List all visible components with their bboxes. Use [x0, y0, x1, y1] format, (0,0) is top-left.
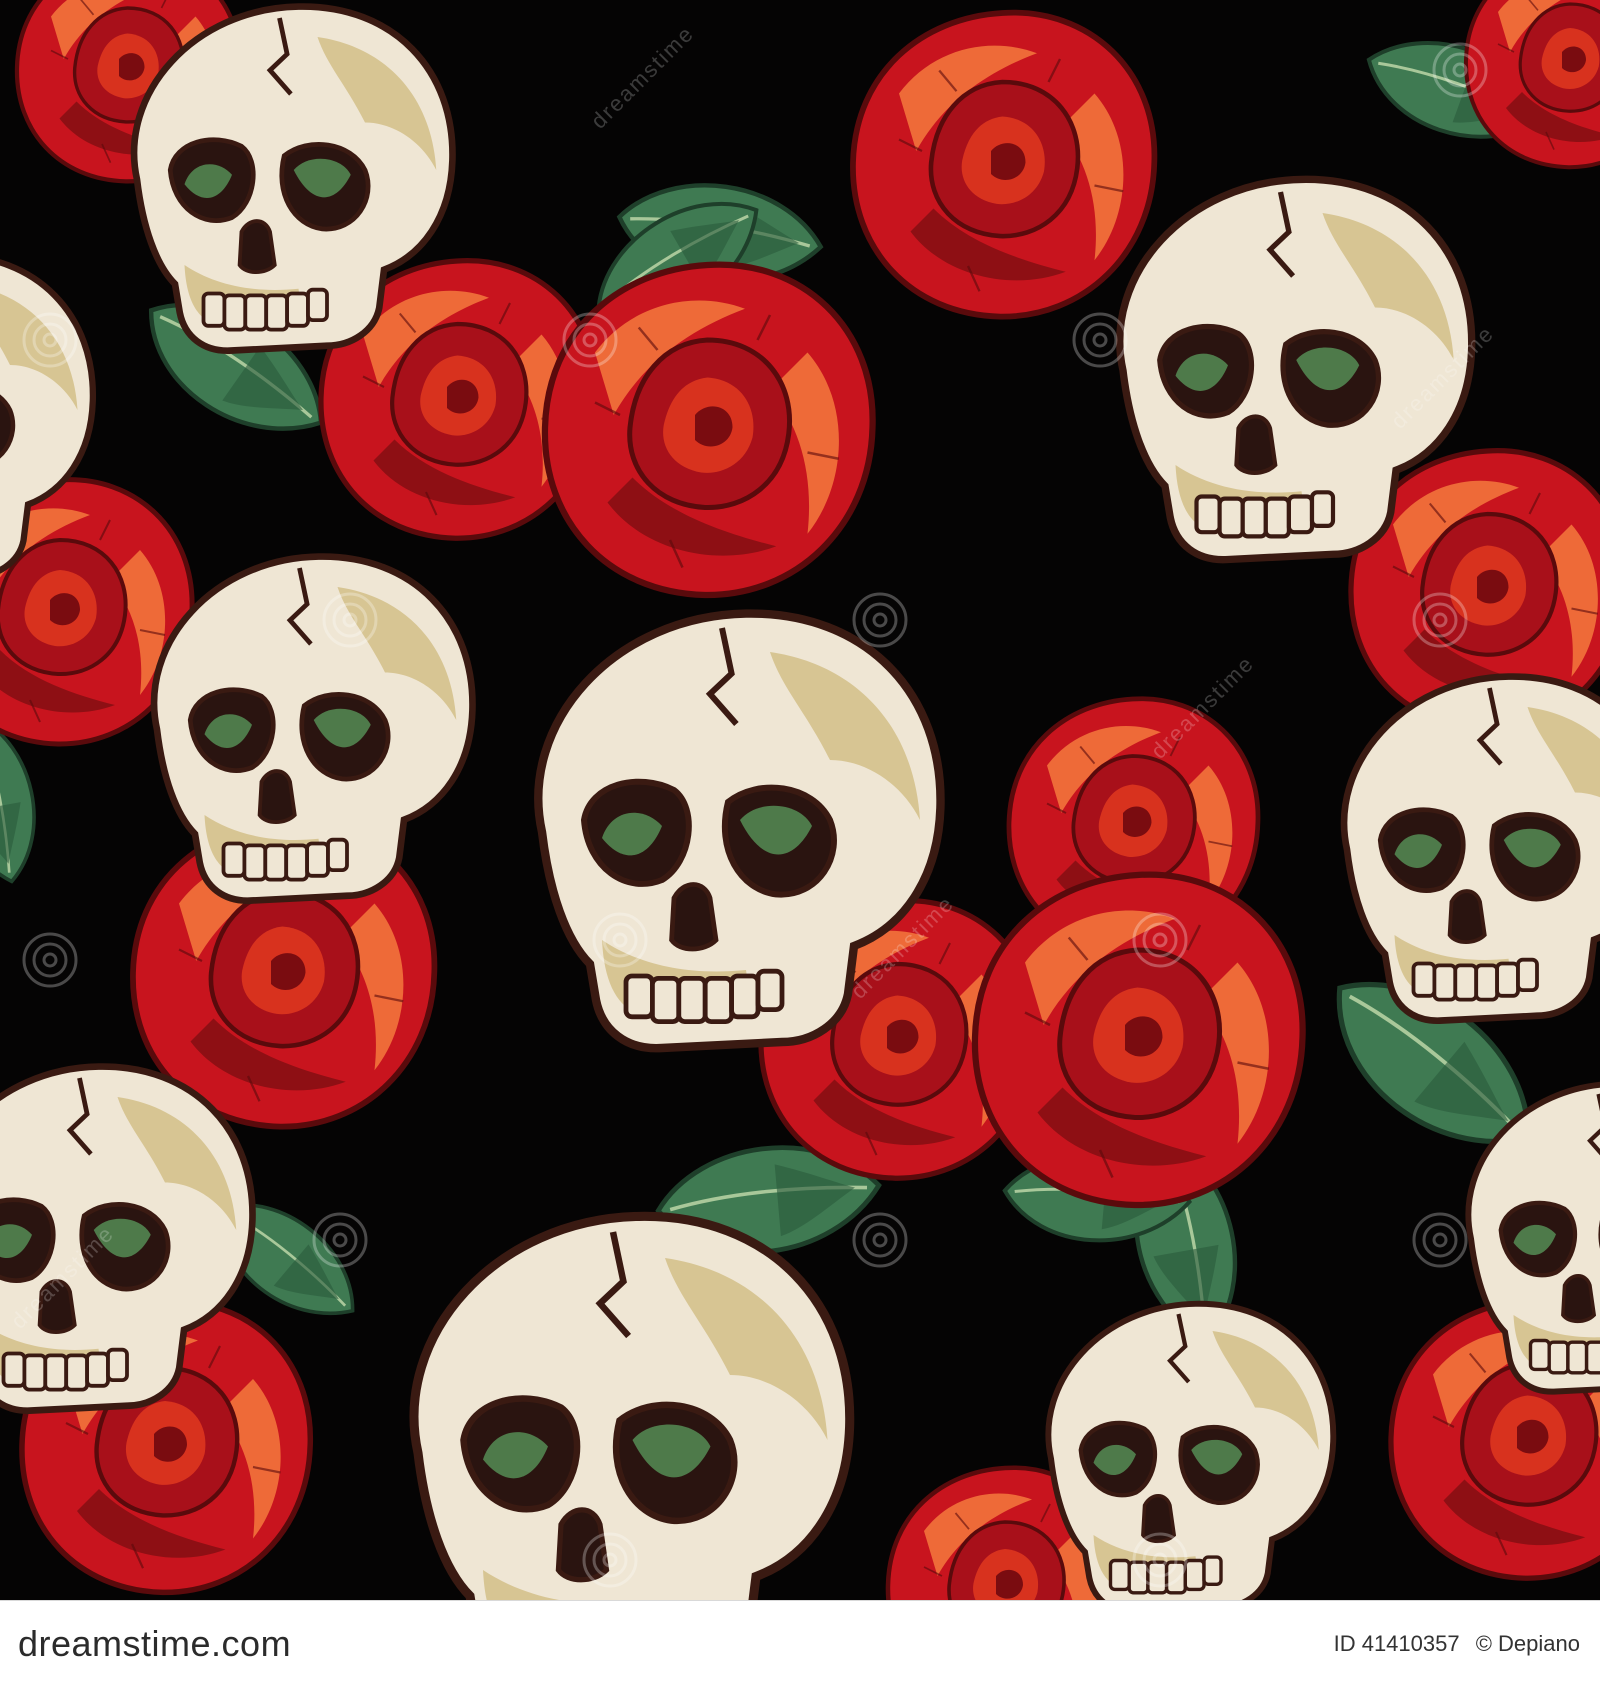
skulls-and-roses-pattern: dreamstime dreamstime dreamstime dreamst… [0, 0, 1600, 1600]
image-id: ID 41410357 [1333, 1631, 1460, 1656]
author-credit: © Depiano [1475, 1631, 1580, 1656]
brand-link[interactable]: dreamstime.com [18, 1623, 291, 1665]
stock-footer-bar: dreamstime.com ID 41410357 © Depiano [0, 1600, 1600, 1690]
image-credit: ID 41410357 © Depiano [1324, 1631, 1580, 1657]
stock-image-page: dreamstime dreamstime dreamstime dreamst… [0, 0, 1600, 1690]
